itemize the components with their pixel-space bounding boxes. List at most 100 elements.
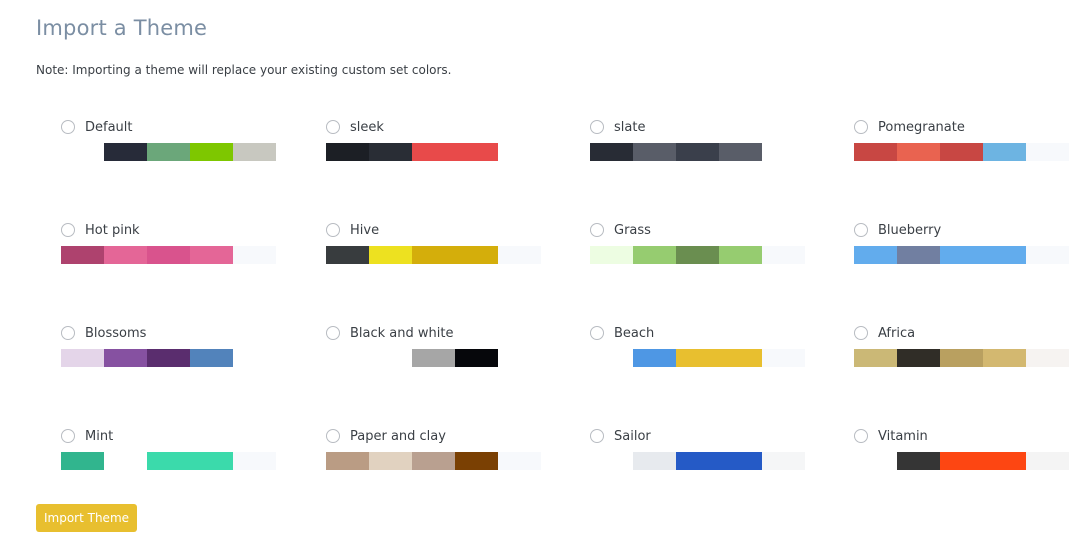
theme-name: slate: [614, 119, 646, 135]
theme-option-label-row[interactable]: Hive: [326, 221, 379, 239]
swatch-color-3: [147, 349, 190, 367]
theme-option-africa: Africa: [854, 324, 1074, 384]
swatch-color-4: [455, 452, 498, 470]
swatch-color-4: [983, 452, 1026, 470]
theme-radio[interactable]: [854, 120, 868, 134]
theme-option-paper-and-clay: Paper and clay: [326, 427, 546, 487]
theme-option-label-row[interactable]: Default: [61, 118, 133, 136]
swatch-color-4: [983, 246, 1026, 264]
swatch-color-1: [854, 349, 897, 367]
swatch-color-5: [233, 246, 276, 264]
theme-radio[interactable]: [61, 326, 75, 340]
theme-name: sleek: [350, 119, 384, 135]
theme-option-hive: Hive: [326, 221, 546, 281]
swatch-color-2: [633, 349, 676, 367]
swatch-color-2: [104, 143, 147, 161]
swatch-color-3: [676, 349, 719, 367]
swatch-color-3: [412, 452, 455, 470]
theme-radio[interactable]: [590, 223, 604, 237]
swatch-color-1: [61, 246, 104, 264]
swatch-color-5: [233, 349, 276, 367]
theme-color-swatch: [326, 143, 541, 161]
swatch-color-1: [326, 143, 369, 161]
theme-option-label-row[interactable]: Sailor: [590, 427, 651, 445]
swatch-color-2: [369, 246, 412, 264]
theme-color-swatch: [326, 452, 541, 470]
theme-option-label-row[interactable]: Pomegranate: [854, 118, 965, 136]
swatch-color-4: [719, 246, 762, 264]
theme-radio[interactable]: [590, 429, 604, 443]
swatch-color-4: [719, 452, 762, 470]
swatch-color-1: [590, 349, 633, 367]
theme-option-label-row[interactable]: Grass: [590, 221, 651, 239]
theme-radio[interactable]: [854, 429, 868, 443]
swatch-color-4: [455, 246, 498, 264]
swatch-color-1: [590, 143, 633, 161]
theme-name: Blossoms: [85, 325, 147, 341]
theme-color-swatch: [61, 349, 276, 367]
swatch-color-5: [498, 143, 541, 161]
theme-option-label-row[interactable]: Beach: [590, 324, 654, 342]
theme-radio[interactable]: [326, 326, 340, 340]
theme-option-label-row[interactable]: Vitamin: [854, 427, 928, 445]
theme-option-default: Default: [61, 118, 281, 178]
theme-radio[interactable]: [326, 429, 340, 443]
theme-option-blueberry: Blueberry: [854, 221, 1074, 281]
theme-radio[interactable]: [590, 326, 604, 340]
theme-option-label-row[interactable]: Paper and clay: [326, 427, 446, 445]
swatch-color-5: [233, 143, 276, 161]
theme-color-swatch: [854, 143, 1069, 161]
page-title: Import a Theme: [36, 16, 208, 40]
theme-option-label-row[interactable]: Africa: [854, 324, 915, 342]
theme-name: Blueberry: [878, 222, 942, 238]
theme-option-label-row[interactable]: slate: [590, 118, 645, 136]
swatch-color-5: [1026, 452, 1069, 470]
theme-option-label-row[interactable]: Hot pink: [61, 221, 140, 239]
theme-color-swatch: [854, 349, 1069, 367]
swatch-color-3: [147, 452, 190, 470]
theme-color-swatch: [590, 246, 805, 264]
theme-option-label-row[interactable]: Blossoms: [61, 324, 146, 342]
theme-option-label-row[interactable]: Black and white: [326, 324, 453, 342]
theme-option-label-row[interactable]: Blueberry: [854, 221, 941, 239]
theme-option-label-row[interactable]: Mint: [61, 427, 113, 445]
swatch-color-5: [1026, 246, 1069, 264]
theme-radio[interactable]: [326, 120, 340, 134]
swatch-color-5: [498, 452, 541, 470]
theme-option-vitamin: Vitamin: [854, 427, 1074, 487]
swatch-color-2: [104, 349, 147, 367]
swatch-color-5: [233, 452, 276, 470]
swatch-color-1: [61, 452, 104, 470]
swatch-color-1: [326, 349, 369, 367]
swatch-color-2: [369, 349, 412, 367]
swatch-color-2: [633, 246, 676, 264]
theme-name: Grass: [614, 222, 651, 238]
swatch-color-5: [762, 246, 805, 264]
theme-radio[interactable]: [61, 223, 75, 237]
theme-radio[interactable]: [590, 120, 604, 134]
theme-radio[interactable]: [61, 120, 75, 134]
import-note: Note: Importing a theme will replace you…: [36, 63, 452, 77]
swatch-color-3: [412, 349, 455, 367]
swatch-color-3: [940, 349, 983, 367]
theme-option-slate: slate: [590, 118, 810, 178]
theme-option-hot-pink: Hot pink: [61, 221, 281, 281]
swatch-color-2: [104, 452, 147, 470]
swatch-color-4: [983, 143, 1026, 161]
import-theme-button[interactable]: Import Theme: [36, 504, 137, 532]
theme-option-label-row[interactable]: sleek: [326, 118, 384, 136]
theme-radio[interactable]: [326, 223, 340, 237]
swatch-color-2: [104, 246, 147, 264]
theme-radio[interactable]: [854, 223, 868, 237]
swatch-color-5: [762, 452, 805, 470]
swatch-color-4: [190, 349, 233, 367]
swatch-color-3: [676, 452, 719, 470]
swatch-color-3: [940, 452, 983, 470]
theme-color-swatch: [590, 143, 805, 161]
swatch-color-3: [412, 246, 455, 264]
theme-radio[interactable]: [61, 429, 75, 443]
swatch-color-4: [190, 143, 233, 161]
theme-color-swatch: [854, 452, 1069, 470]
theme-radio[interactable]: [854, 326, 868, 340]
swatch-color-1: [326, 246, 369, 264]
